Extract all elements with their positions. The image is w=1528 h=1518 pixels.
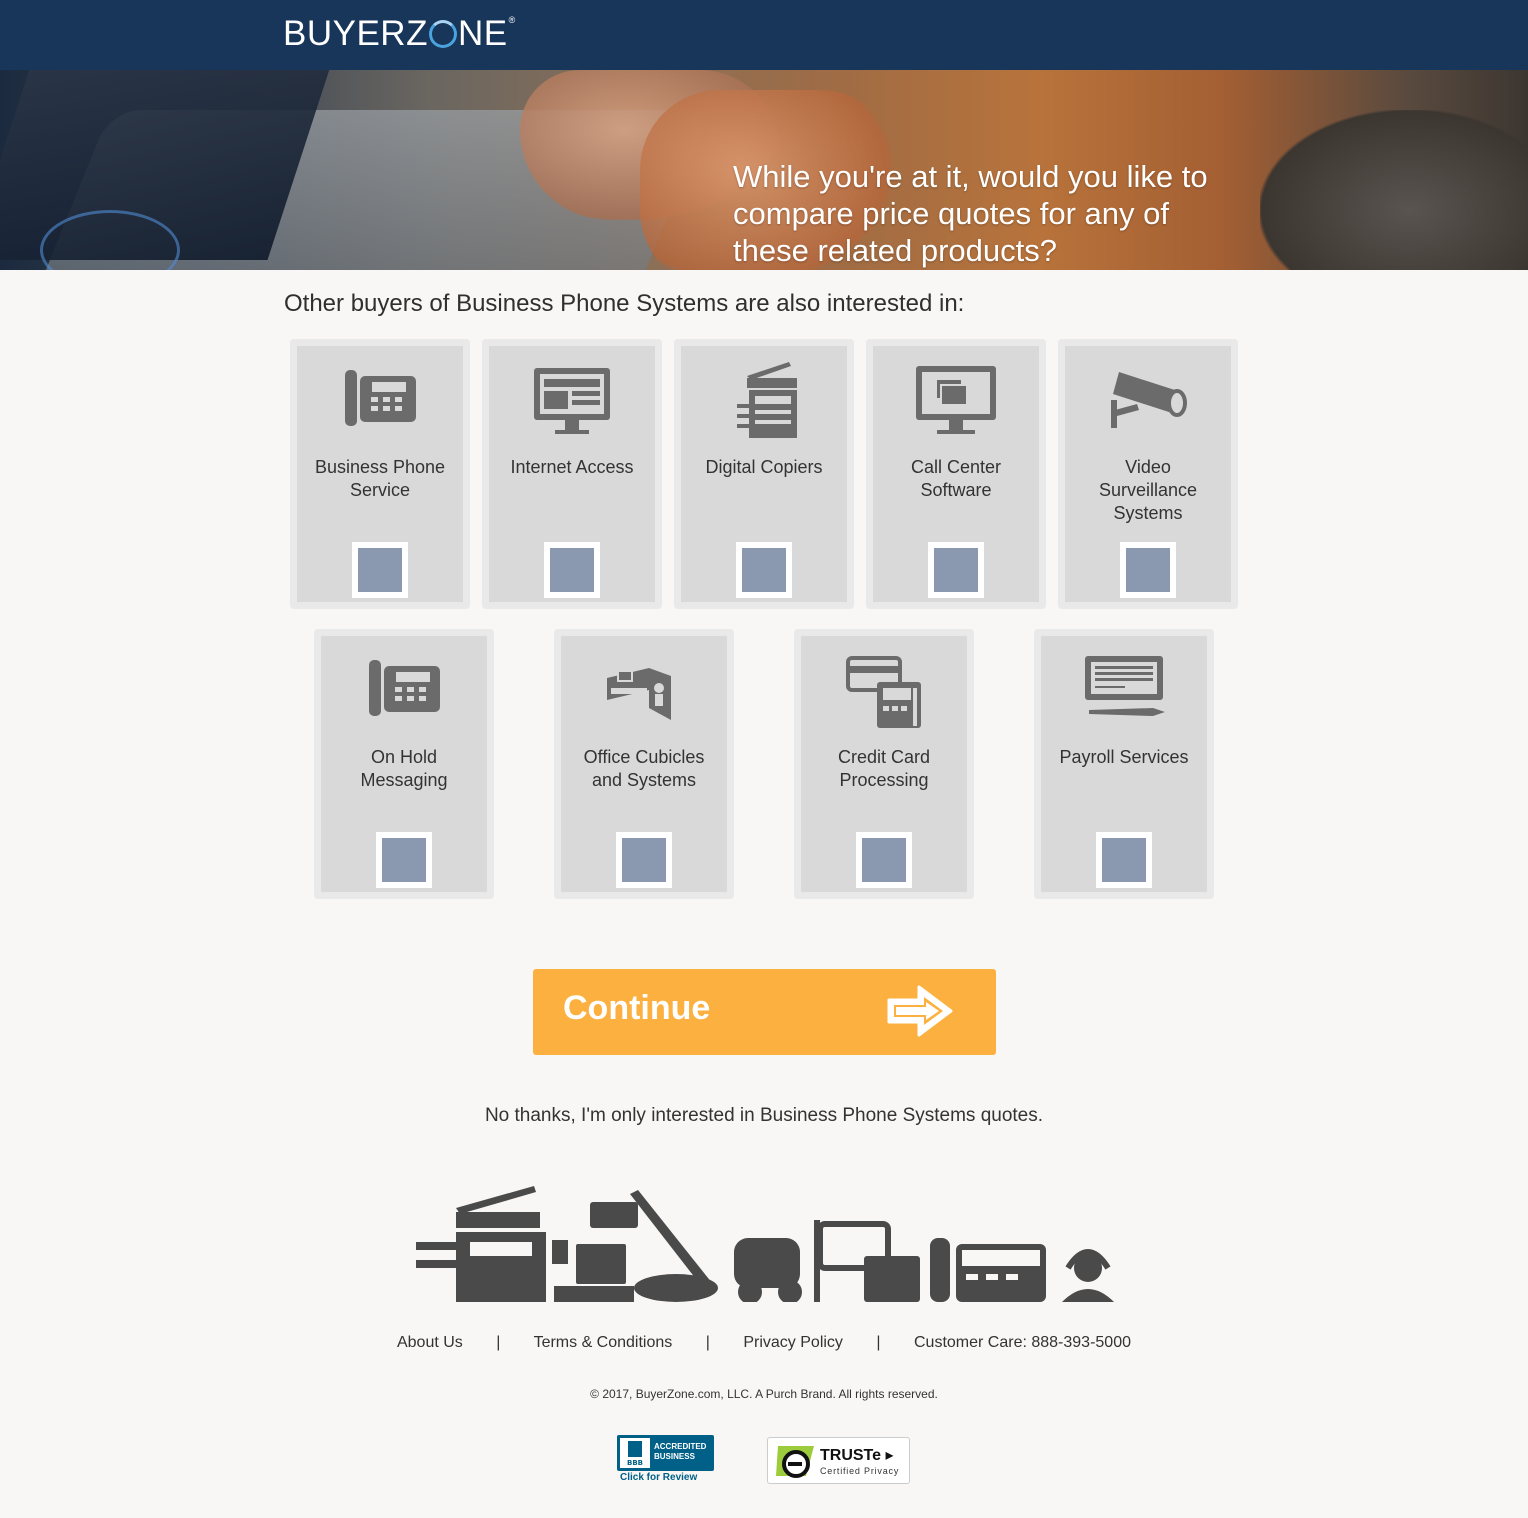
copier-lid-shape (456, 1186, 536, 1214)
crane-cab-shape (590, 1202, 638, 1228)
product-label: Internet Access (510, 457, 634, 477)
footer-separator: | (496, 1334, 501, 1351)
logo-o-ring-icon (428, 20, 457, 48)
card-terminal-icon (846, 656, 921, 728)
product-card-payroll-services[interactable]: Payroll Services (1034, 629, 1214, 899)
section-title: Other buyers of Business Phone Systems a… (284, 290, 965, 317)
bbb-badge-box: BBB ACCREDITED BUSINESS (617, 1435, 714, 1471)
hero-sleeve-image (1260, 110, 1528, 270)
hero-title: While you're at it, would you like to co… (733, 159, 1208, 268)
product-checkbox[interactable] (856, 832, 912, 888)
desk-phone-icon (345, 370, 416, 426)
product-checkbox[interactable] (352, 542, 408, 598)
product-label: Credit Card Processing (837, 747, 931, 790)
footer-links: About Us | Terms & Conditions | Privacy … (0, 1334, 1528, 1352)
product-checkbox[interactable] (376, 832, 432, 888)
cubicle-icon (607, 668, 671, 720)
product-checkbox[interactable] (616, 832, 672, 888)
product-label: Video Surveillance Systems (1098, 457, 1198, 523)
bbb-mark-text: BBB (627, 1459, 643, 1467)
counter-shape (554, 1286, 634, 1302)
bbb-line2: BUSINESS (654, 1452, 695, 1461)
truste-e-icon (776, 1446, 814, 1478)
copyright-text: © 2017, BuyerZone.com, LLC. A Purch Bran… (590, 1387, 938, 1401)
truste-name: TRUSTe ▸ (820, 1447, 894, 1464)
bbb-badge[interactable]: BBB ACCREDITED BUSINESS Click for Review (617, 1435, 714, 1485)
bbb-line1: ACCREDITED (654, 1442, 707, 1451)
footer-link-about[interactable]: About Us (397, 1334, 463, 1351)
monitor-folder-icon (916, 366, 996, 434)
product-label: On Hold Messaging (360, 747, 448, 790)
hero-banner: While you're at it, would you like to co… (0, 70, 1528, 270)
product-label: Digital Copiers (705, 457, 823, 477)
product-card-credit-card-processing[interactable]: Credit Card Processing (794, 629, 974, 899)
crane-base-shape (634, 1274, 718, 1302)
card-terminal-shape (864, 1256, 920, 1302)
phone-handset-shape (930, 1238, 950, 1302)
continue-button[interactable]: Continue (533, 969, 996, 1055)
copier-top-shape (456, 1212, 540, 1228)
agent-body-shape (1062, 1289, 1114, 1302)
footer-separator: | (876, 1334, 881, 1351)
product-card-video-surveillance[interactable]: Video Surveillance Systems (1058, 339, 1238, 609)
product-label: Business Phone Service (314, 457, 446, 500)
copier-tray-shape (416, 1242, 456, 1250)
truste-badge[interactable]: TRUSTe ▸ Certified Privacy (767, 1437, 910, 1484)
product-label: Call Center Software (910, 457, 1002, 500)
product-checkbox[interactable] (544, 542, 600, 598)
continue-label: Continue (563, 989, 711, 1027)
product-label: Office Cubicles and Systems (583, 747, 705, 790)
truste-sub: Certified Privacy (820, 1466, 900, 1476)
product-card-digital-copiers[interactable]: Digital Copiers (674, 339, 854, 609)
footer-separator: | (705, 1334, 710, 1351)
scale-shape (552, 1240, 568, 1264)
product-card-call-center-software[interactable]: Call Center Software (866, 339, 1046, 609)
product-card-business-phone-service[interactable]: Business Phone Service (290, 339, 470, 609)
monitor-icon (534, 368, 610, 434)
product-card-office-cubicles[interactable]: Office Cubicles and Systems (554, 629, 734, 899)
security-camera-icon (1111, 372, 1187, 428)
no-thanks-link[interactable]: No thanks, I'm only interested in Busine… (0, 1105, 1528, 1127)
product-card-on-hold-messaging[interactable]: On Hold Messaging (314, 629, 494, 899)
product-card-internet-access[interactable]: Internet Access (482, 339, 662, 609)
arrow-right-icon (887, 985, 953, 1037)
bbb-accredited-text: ACCREDITED BUSINESS (654, 1442, 706, 1462)
buyerzone-logo[interactable]: BUYERZ NE ® (283, 14, 516, 54)
copier-tray-shape-2 (416, 1260, 456, 1268)
product-checkbox[interactable] (1120, 542, 1176, 598)
desk-phone-icon (369, 660, 440, 716)
copier-icon (737, 362, 797, 438)
footer-link-terms[interactable]: Terms & Conditions (534, 1334, 673, 1351)
logo-text: BUYERZ (283, 14, 428, 53)
product-checkbox[interactable] (928, 542, 984, 598)
product-checkbox[interactable] (736, 542, 792, 598)
footer-link-customer-care[interactable]: Customer Care: 888-393-5000 (914, 1334, 1131, 1351)
top-bar: BUYERZ NE ® (0, 0, 1528, 70)
check-pen-icon (1085, 656, 1165, 716)
product-label: Payroll Services (1059, 747, 1189, 767)
register-shape (576, 1244, 626, 1284)
products-illustration (416, 1186, 1114, 1302)
logo-text-end: NE (457, 14, 508, 53)
product-checkbox[interactable] (1096, 832, 1152, 888)
bbb-seal-icon: BBB (620, 1438, 650, 1468)
registered-mark: ® (508, 15, 516, 25)
footer-link-privacy[interactable]: Privacy Policy (743, 1334, 843, 1351)
bbb-review-link[interactable]: Click for Review (620, 1472, 697, 1483)
